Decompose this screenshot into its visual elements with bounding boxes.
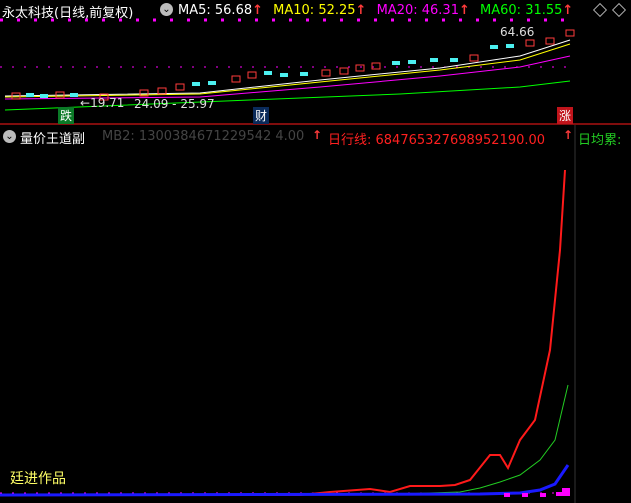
up-arrow-icon: ↑ [458, 3, 470, 18]
ma20-label: MA20: 46.31 [376, 3, 459, 18]
blue-series-line [0, 464, 570, 497]
volume-bar [522, 493, 528, 497]
up-arrow-icon: ↑ [312, 128, 323, 142]
up-arrow-icon: ↑ [252, 3, 264, 18]
finance-marker[interactable]: 财 [253, 107, 270, 124]
chevron-circle-icon[interactable]: ⌄ [3, 130, 16, 143]
high-price-label: 64.66 [500, 25, 535, 39]
ma-legend: MA5: 56.68↑ MA10: 52.25↑ MA20: 46.31↑ MA… [178, 3, 573, 18]
red-series-line [0, 169, 566, 496]
range-label: 24.09 - 25.97 [134, 97, 215, 111]
stock-title[interactable]: 永太科技(日线,前复权) [2, 2, 133, 21]
watermark-label: 廷进作品 [10, 471, 66, 487]
daily-avg-label: 日均累: [578, 133, 622, 148]
volume-bar [556, 492, 562, 496]
mb2-label: MB2: 1300384671229542 4.00 [102, 129, 305, 144]
indicator-title[interactable]: 量价王道副 [20, 128, 85, 147]
volume-bar [540, 493, 546, 497]
ma5-label: MA5: 56.68 [178, 3, 253, 18]
up-arrow-icon: ↑ [563, 128, 574, 142]
up-arrow-icon: ↑ [562, 3, 574, 18]
up-arrow-icon: ↑ [355, 3, 367, 18]
volume-bar [562, 488, 570, 496]
daily-line-label: 日行线: 684765327698952190.00 [328, 133, 546, 148]
green-series-line [0, 384, 569, 496]
rise-marker[interactable]: 涨 [557, 107, 574, 124]
ma60-label: MA60: 31.55 [480, 3, 563, 18]
fall-marker[interactable]: 跌 [58, 107, 75, 124]
low-price-label: ←19.71 [80, 96, 125, 110]
chevron-circle-icon[interactable]: ⌄ [160, 3, 173, 16]
ma10-label: MA10: 52.25 [273, 3, 356, 18]
volume-bar [504, 493, 510, 497]
indicator-chart [0, 125, 576, 503]
